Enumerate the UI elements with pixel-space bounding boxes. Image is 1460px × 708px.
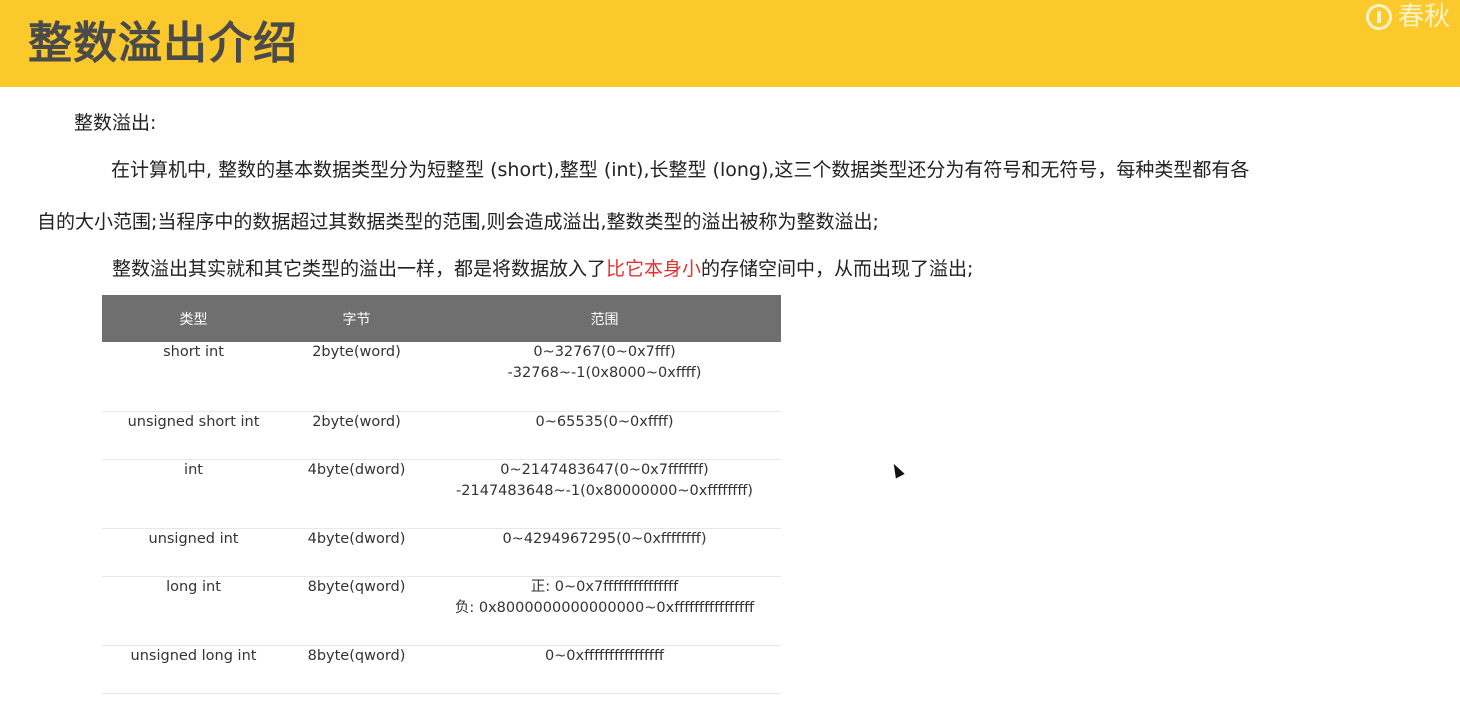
logo-text: 春秋: [1397, 2, 1450, 32]
table-row: short int 2byte(word) 0~32767(0~0x7fff) …: [102, 342, 781, 412]
section-heading: 整数溢出:: [74, 112, 157, 134]
cell-range: 0~0xffffffffffffffff: [428, 645, 781, 694]
cell-type: long int: [102, 576, 285, 646]
cell-range: 正: 0~0x7fffffffffffffff 负: 0x80000000000…: [428, 576, 781, 646]
cell-bytes: 8byte(qword): [285, 576, 428, 646]
table-header-row: 类型 字节 范围: [102, 295, 781, 342]
range-line: 0~65535(0~0xffff): [535, 413, 674, 430]
range-line: 正: 0~0x7fffffffffffffff: [530, 578, 679, 595]
cell-type: unsigned short int: [102, 411, 285, 460]
cell-bytes: 4byte(dword): [285, 528, 428, 577]
cell-range: 0~4294967295(0~0xffffffff): [428, 528, 781, 577]
cell-range: 0~65535(0~0xffff): [428, 411, 781, 460]
range-line: 0~2147483647(0~0x7fffffff): [500, 461, 709, 478]
table-row: unsigned long int 8byte(qword) 0~0xfffff…: [102, 645, 781, 694]
header-bytes: 字节: [285, 295, 428, 342]
integer-types-table: 类型 字节 范围 short int 2byte(word) 0~32767(0…: [102, 295, 781, 694]
cell-bytes: 4byte(dword): [285, 459, 428, 529]
paragraph-2-highlight: 比它本身小: [606, 258, 702, 280]
paragraph-2-after: 的存储空间中，从而出现了溢出;: [701, 258, 974, 280]
range-line: -2147483648~-1(0x80000000~0xffffffff): [456, 482, 753, 499]
paragraph-2-before: 整数溢出其实就和其它类型的溢出一样，都是将数据放入了: [112, 258, 607, 280]
brand-logo: 春秋: [1365, 2, 1450, 32]
range-line: -32768~-1(0x8000~0xffff): [507, 365, 702, 381]
range-line: 0~32767(0~0x7fff): [533, 344, 676, 360]
table-row: int 4byte(dword) 0~2147483647(0~0x7fffff…: [102, 459, 781, 529]
cell-range: 0~2147483647(0~0x7fffffff) -2147483648~-…: [428, 459, 781, 529]
title-bar: 整数溢出介绍 春秋: [0, 0, 1460, 87]
paragraph-1-line-1: 在计算机中, 整数的基本数据类型分为短整型 (short),整型 (int),长…: [111, 159, 1250, 181]
range-line: 0~0xffffffffffffffff: [544, 647, 665, 664]
paragraph-1-line-2: 自的大小范围;当程序中的数据超过其数据类型的范围,则会造成溢出,整数类型的溢出被…: [37, 211, 879, 233]
header-type: 类型: [102, 295, 285, 342]
cell-type: unsigned int: [102, 528, 285, 577]
page-title: 整数溢出介绍: [28, 18, 298, 69]
range-line: 负: 0x8000000000000000~0xffffffffffffffff: [454, 599, 755, 616]
cell-type: int: [102, 459, 285, 529]
table-row: long int 8byte(qword) 正: 0~0x7ffffffffff…: [102, 576, 781, 646]
cell-bytes: 2byte(word): [285, 411, 428, 460]
logo-icon: [1365, 4, 1392, 30]
cell-bytes: 8byte(qword): [285, 645, 428, 694]
cell-type: unsigned long int: [102, 645, 285, 694]
mouse-cursor-icon: [889, 461, 905, 479]
paragraph-2: 整数溢出其实就和其它类型的溢出一样，都是将数据放入了比它本身小的存储空间中，从而…: [112, 256, 973, 282]
cell-bytes: 2byte(word): [285, 342, 428, 412]
range-line: 0~4294967295(0~0xffffffff): [502, 530, 707, 547]
cell-type: short int: [102, 342, 285, 412]
table-row: unsigned short int 2byte(word) 0~65535(0…: [102, 411, 781, 460]
cell-range: 0~32767(0~0x7fff) -32768~-1(0x8000~0xfff…: [428, 342, 781, 412]
header-range: 范围: [428, 295, 781, 342]
table-row: unsigned int 4byte(dword) 0~4294967295(0…: [102, 528, 781, 577]
